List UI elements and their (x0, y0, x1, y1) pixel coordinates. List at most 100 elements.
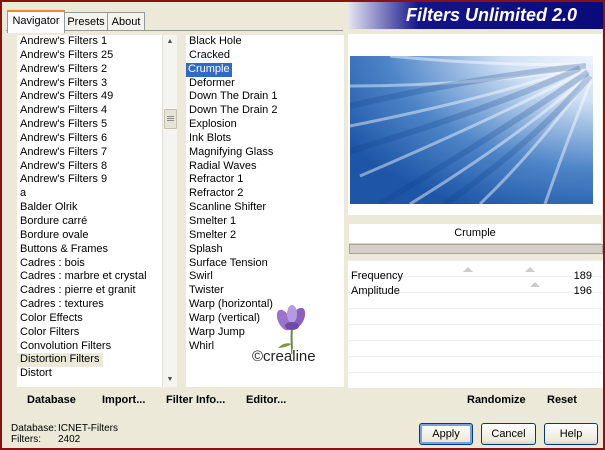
category-item[interactable]: Bordure ovale (17, 229, 163, 243)
filter-item-label: Whirl (189, 339, 215, 352)
amplitude-slider[interactable]: Amplitude 196 (348, 282, 592, 299)
filter-item[interactable]: Magnifying Glass (186, 146, 344, 160)
filter-item[interactable]: Deformer (186, 77, 344, 91)
filter-item[interactable]: Warp (horizontal) (186, 298, 344, 312)
category-item-label: a (20, 187, 27, 200)
filter-item-label: Explosion (189, 118, 237, 131)
category-item[interactable]: Convolution Filters (17, 340, 163, 354)
filter-item[interactable]: Twister (186, 284, 344, 298)
category-item[interactable]: a (17, 187, 163, 201)
filter-item[interactable]: Refractor 2 (186, 187, 344, 201)
filter-item[interactable]: Surface Tension (186, 257, 344, 271)
filter-info-button[interactable]: Filter Info... (166, 394, 225, 406)
category-item[interactable]: Andrew's Filters 25 (17, 49, 163, 63)
apply-button[interactable]: Apply (419, 423, 473, 445)
category-item[interactable]: Andrew's Filters 3 (17, 77, 163, 91)
category-item[interactable]: Color Filters (17, 326, 163, 340)
category-item-label: Cadres : bois (20, 256, 85, 269)
slider-thumb-icon[interactable] (525, 267, 535, 272)
help-button[interactable]: Help (544, 423, 598, 445)
randomize-button[interactable]: Randomize (467, 394, 526, 406)
database-button[interactable]: Database (27, 394, 76, 406)
filter-item[interactable]: Down The Drain 2 (186, 104, 344, 118)
filter-item[interactable]: Down The Drain 1 (186, 90, 344, 104)
selected-filter-name: Crumple (349, 224, 601, 244)
category-item[interactable]: Cadres : marbre et crystal (17, 270, 163, 284)
filter-item-label: Down The Drain 1 (189, 90, 278, 103)
filter-item[interactable]: Ink Blots (186, 132, 344, 146)
filter-item[interactable]: Refractor 1 (186, 173, 344, 187)
category-item[interactable]: Distort (17, 367, 163, 381)
category-item[interactable]: Andrew's Filters 4 (17, 104, 163, 118)
category-scrollbar[interactable]: ▲ ▼ (162, 35, 177, 387)
scroll-up-icon[interactable]: ▲ (163, 35, 177, 49)
filter-item-label: Crumple (186, 62, 232, 77)
category-item[interactable]: Andrew's Filters 9 (17, 173, 163, 187)
editor-button[interactable]: Editor... (246, 394, 286, 406)
filter-item[interactable]: Warp (vertical) (186, 312, 344, 326)
filter-item-label: Radial Waves (189, 159, 257, 172)
filter-item[interactable]: Radial Waves (186, 160, 344, 174)
category-item-label: Andrew's Filters 49 (20, 90, 114, 103)
title-banner: Filters Unlimited 2.0 (347, 2, 603, 29)
watermark-text: ©crealine (252, 348, 316, 365)
category-item[interactable]: Andrew's Filters 7 (17, 146, 163, 160)
slider-marker-icon (463, 267, 473, 272)
category-item[interactable]: Andrew's Filters 1 (17, 35, 163, 49)
filter-item[interactable]: Smelter 2 (186, 229, 344, 243)
import-button[interactable]: Import... (102, 394, 145, 406)
category-item[interactable]: Cadres : pierre et granit (17, 284, 163, 298)
tab-about[interactable]: About (107, 12, 145, 31)
category-item[interactable]: Buttons & Frames (17, 243, 163, 257)
category-item-label: Andrew's Filters 2 (20, 62, 108, 75)
filter-item[interactable]: Warp Jump (186, 326, 344, 340)
cancel-button[interactable]: Cancel (481, 423, 536, 445)
preview-image (350, 56, 593, 204)
category-list[interactable]: Andrew's Filters 1 Andrew's Filters 25 And… (17, 35, 163, 387)
category-item[interactable]: Andrew's Filters 5 (17, 118, 163, 132)
scroll-thumb[interactable] (164, 109, 177, 129)
category-item[interactable]: Cadres : bois (17, 257, 163, 271)
status-filters-value: 2402 (58, 434, 81, 445)
category-item-label: Andrew's Filters 9 (20, 173, 108, 186)
filter-item[interactable]: Splash (186, 243, 344, 257)
amplitude-value: 196 (573, 285, 592, 297)
category-item[interactable]: Andrew's Filters 8 (17, 160, 163, 174)
filter-item-label: Swirl (189, 270, 213, 283)
filter-item[interactable]: Swirl (186, 270, 344, 284)
category-item-label: Andrew's Filters 1 (20, 35, 108, 47)
frequency-slider[interactable]: Frequency 189 (348, 267, 592, 284)
param-row (348, 340, 603, 356)
filter-item[interactable]: Black Hole (186, 35, 344, 49)
category-item-label: Andrew's Filters 25 (20, 48, 114, 61)
category-item[interactable]: Andrew's Filters 49 (17, 90, 163, 104)
tab-presets[interactable]: Presets (64, 12, 108, 31)
frequency-value: 189 (573, 270, 592, 282)
category-item[interactable]: Distortion Filters (17, 353, 163, 368)
category-item-label: Andrew's Filters 3 (20, 76, 108, 89)
category-item-label: Andrew's Filters 5 (20, 118, 108, 131)
category-item[interactable]: Cadres : textures (17, 298, 163, 312)
category-item-label: Color Effects (20, 311, 83, 324)
tab-navigator[interactable]: Navigator (7, 10, 65, 33)
filter-item[interactable]: Explosion (186, 118, 344, 132)
filter-list[interactable]: Black Hole Cracked Crumple Deformer Down The… (186, 35, 344, 387)
reset-button[interactable]: Reset (547, 394, 577, 406)
category-item[interactable]: Bordure carré (17, 215, 163, 229)
category-item-label: Balder Olrik (20, 201, 78, 214)
category-item[interactable]: Andrew's Filters 6 (17, 132, 163, 146)
param-row (348, 372, 603, 388)
category-item[interactable]: Balder Olrik (17, 201, 163, 215)
filter-item-label: Refractor 1 (189, 173, 244, 186)
filter-item[interactable]: Scanline Shifter (186, 201, 344, 215)
status-database-value: ICNET-Filters (58, 423, 118, 434)
scroll-down-icon[interactable]: ▼ (163, 373, 177, 387)
category-item-label: Bordure ovale (20, 228, 89, 241)
filter-item[interactable]: Crumple (186, 62, 344, 77)
slider-thumb-icon[interactable] (530, 282, 540, 287)
category-item[interactable]: Andrew's Filters 2 (17, 63, 163, 77)
category-item-label: Andrew's Filters 7 (20, 145, 108, 158)
filter-item[interactable]: Cracked (186, 49, 344, 63)
filter-item[interactable]: Smelter 1 (186, 215, 344, 229)
category-item[interactable]: Color Effects (17, 312, 163, 326)
